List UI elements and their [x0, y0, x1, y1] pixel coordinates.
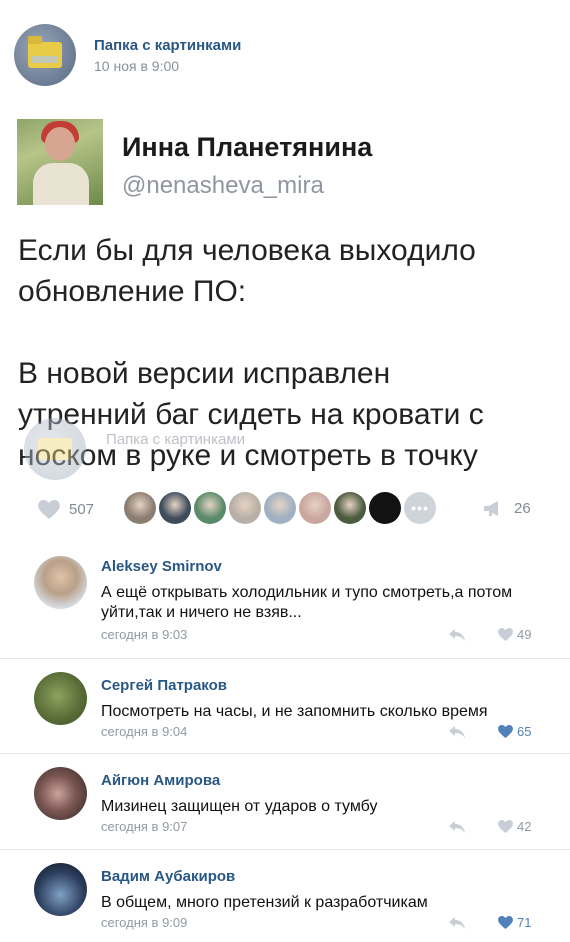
- reply-arrow-icon: [449, 629, 465, 641]
- reply-button[interactable]: [449, 820, 465, 838]
- comment: Сергей Патраков Посмотреть на часы, и не…: [0, 658, 570, 753]
- more-likers-button[interactable]: •••: [404, 492, 436, 524]
- group-avatar[interactable]: [14, 24, 76, 86]
- comment-likes-count: 49: [517, 627, 532, 642]
- watermark: Папка с картинками: [24, 418, 245, 480]
- comment-author-link[interactable]: Aleksey Smirnov: [101, 558, 222, 575]
- liker-avatar[interactable]: [264, 492, 296, 524]
- post-image[interactable]: Инна Планетянина @nenasheva_mira Если бы…: [0, 108, 570, 486]
- tweet-author-avatar: [17, 119, 103, 205]
- comment-like-button[interactable]: 42: [498, 819, 531, 834]
- comment: Айгюн Амирова Мизинец защищен от ударов …: [0, 753, 570, 849]
- comment-likes-count: 42: [517, 819, 532, 834]
- heart-icon: [498, 820, 513, 833]
- repost-button[interactable]: 26: [483, 500, 531, 517]
- comment-text: Мизинец защищен от ударов о тумбу: [101, 798, 378, 815]
- liker-avatar[interactable]: [194, 492, 226, 524]
- comment-text: В общем, много претензий к разработчикам: [101, 894, 428, 911]
- reply-button[interactable]: [449, 916, 465, 934]
- comment-likes-count: 65: [517, 724, 532, 739]
- comment-author-avatar[interactable]: [34, 672, 87, 725]
- comment-author-avatar[interactable]: [34, 767, 87, 820]
- reply-arrow-icon: [449, 917, 465, 929]
- reply-arrow-icon: [449, 821, 465, 833]
- comment-date[interactable]: сегодня в 9:09: [101, 915, 187, 930]
- liker-avatar[interactable]: [369, 492, 401, 524]
- heart-icon: [498, 628, 513, 641]
- liker-avatar[interactable]: [159, 492, 191, 524]
- comment-likes-count: 71: [517, 915, 532, 930]
- tweet-author-handle: @nenasheva_mira: [122, 172, 324, 199]
- reposts-count: 26: [514, 500, 531, 517]
- post-stats-bar: 507 ••• 26: [0, 490, 570, 530]
- comment-date[interactable]: сегодня в 9:04: [101, 724, 187, 739]
- heart-icon: [498, 916, 513, 929]
- comment-author-link[interactable]: Вадим Аубакиров: [101, 868, 235, 885]
- comment-date[interactable]: сегодня в 9:03: [101, 627, 187, 642]
- tweet-author-name: Инна Планетянина: [122, 132, 373, 162]
- comment-author-link[interactable]: Айгюн Амирова: [101, 772, 220, 789]
- liker-avatar[interactable]: [229, 492, 261, 524]
- reply-button[interactable]: [449, 628, 465, 646]
- comment: Вадим Аубакиров В общем, много претензий…: [0, 849, 570, 942]
- liker-avatar[interactable]: [124, 492, 156, 524]
- group-name-link[interactable]: Папка с картинками: [94, 37, 241, 54]
- comment-text: А ещё открывать холодильник и тупо смотр…: [101, 584, 513, 621]
- comment: Aleksey Smirnov А ещё открывать холодиль…: [0, 540, 570, 658]
- liked-by-avatars[interactable]: •••: [124, 492, 436, 524]
- comment-like-button[interactable]: 71: [498, 915, 531, 930]
- reply-button[interactable]: [449, 725, 465, 743]
- post-date[interactable]: 10 ноя в 9:00: [94, 58, 241, 74]
- comment-text: Посмотреть на часы, и не запомнить сколь…: [101, 703, 488, 720]
- comment-like-button[interactable]: 49: [498, 627, 531, 642]
- liker-avatar[interactable]: [334, 492, 366, 524]
- comment-author-avatar[interactable]: [34, 556, 87, 609]
- heart-icon: [38, 500, 60, 519]
- folder-icon: [28, 36, 62, 68]
- post-header: Папка с картинками 10 ноя в 9:00: [14, 24, 241, 86]
- like-button[interactable]: 507: [38, 500, 94, 519]
- likes-count: 507: [69, 501, 95, 518]
- heart-icon: [498, 725, 513, 738]
- group-meta: Папка с картинками 10 ноя в 9:00: [94, 37, 241, 74]
- comment-author-avatar[interactable]: [34, 863, 87, 916]
- comment-author-link[interactable]: Сергей Патраков: [101, 677, 227, 694]
- megaphone-icon: [484, 501, 498, 516]
- comment-like-button[interactable]: 65: [498, 724, 531, 739]
- liker-avatar[interactable]: [299, 492, 331, 524]
- comment-date[interactable]: сегодня в 9:07: [101, 819, 187, 834]
- watermark-logo-icon: [24, 418, 86, 480]
- reply-arrow-icon: [449, 726, 465, 738]
- watermark-text: Папка с картинками: [106, 430, 246, 448]
